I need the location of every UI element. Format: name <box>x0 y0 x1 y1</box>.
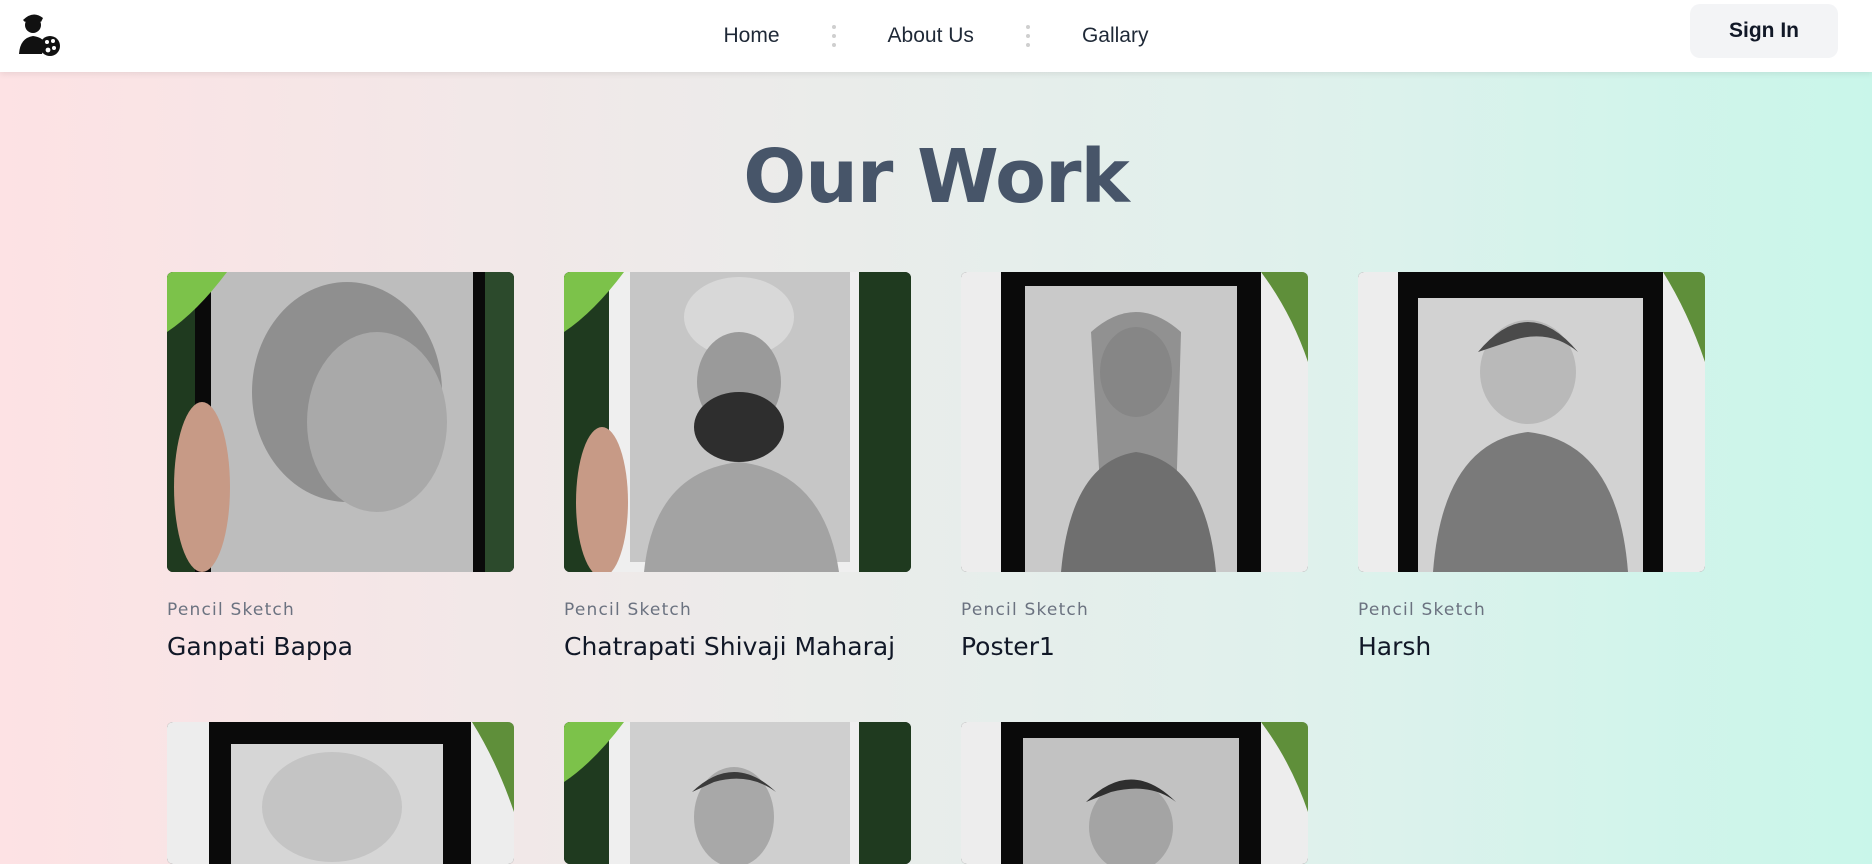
work-category: Pencil Sketch <box>564 600 692 620</box>
work-card[interactable] <box>564 722 911 864</box>
nav-home[interactable]: Home <box>712 24 792 48</box>
artwork-thumbnail[interactable] <box>1358 272 1705 572</box>
artwork-thumbnail[interactable] <box>961 272 1308 572</box>
work-title[interactable]: Chatrapati Shivaji Maharaj <box>564 632 911 661</box>
work-title[interactable]: Poster1 <box>961 632 1308 661</box>
nav-about-us[interactable]: About Us <box>876 24 986 48</box>
top-navbar: Home About Us Gallary Sign In <box>0 0 1872 72</box>
nav-separator <box>1025 25 1030 47</box>
work-card[interactable]: Pencil Sketch Ganpati Bappa <box>167 272 514 661</box>
work-card[interactable]: Pencil Sketch Harsh <box>1358 272 1705 661</box>
artwork-thumbnail[interactable] <box>564 722 911 864</box>
artwork-thumbnail[interactable] <box>564 272 911 572</box>
work-card[interactable]: Pencil Sketch Poster1 <box>961 272 1308 661</box>
work-category: Pencil Sketch <box>167 600 295 620</box>
work-title[interactable]: Harsh <box>1358 632 1705 661</box>
work-title[interactable]: Ganpati Bappa <box>167 632 514 661</box>
artwork-thumbnail[interactable] <box>961 722 1308 864</box>
artwork-thumbnail[interactable] <box>167 272 514 572</box>
artwork-thumbnail[interactable] <box>167 722 514 864</box>
sign-in-button[interactable]: Sign In <box>1690 4 1838 58</box>
main-nav: Home About Us Gallary <box>0 0 1872 72</box>
nav-gallery[interactable]: Gallary <box>1070 24 1161 48</box>
work-category: Pencil Sketch <box>961 600 1089 620</box>
page-title: Our Work <box>743 134 1129 220</box>
nav-separator <box>831 25 836 47</box>
work-card[interactable]: Pencil Sketch Chatrapati Shivaji Maharaj <box>564 272 911 661</box>
work-card[interactable] <box>167 722 514 864</box>
work-card[interactable] <box>961 722 1308 864</box>
work-category: Pencil Sketch <box>1358 600 1486 620</box>
